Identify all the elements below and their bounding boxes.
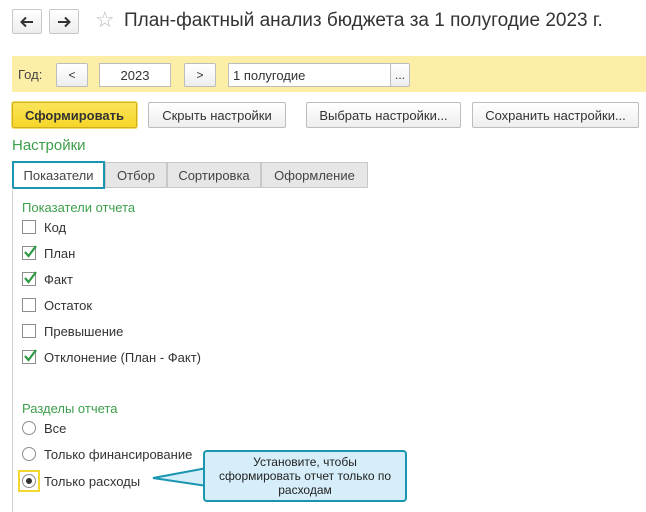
select-settings-button[interactable]: Выбрать настройки...: [306, 102, 461, 128]
tab-panel-border: [12, 188, 13, 512]
section-label: Все: [44, 420, 67, 436]
tab-sorting[interactable]: Сортировка: [167, 162, 261, 188]
radio-button-selected[interactable]: [22, 474, 36, 488]
tab-indicators[interactable]: Показатели: [12, 161, 105, 189]
arrow-right-icon: [58, 16, 71, 27]
settings-title: Настройки: [12, 137, 86, 154]
year-field[interactable]: 2023: [99, 63, 171, 87]
checkbox[interactable]: [22, 271, 37, 286]
section-expenses[interactable]: Только расходы: [22, 473, 140, 489]
hint-text: Установите, чтобы сформировать отчет тол…: [218, 455, 392, 497]
generate-button[interactable]: Сформировать: [12, 102, 137, 128]
indicator-label: Остаток: [44, 297, 93, 313]
section-label: Только финансирование: [44, 446, 193, 462]
prev-year-button[interactable]: <: [56, 63, 88, 87]
hide-settings-button[interactable]: Скрыть настройки: [148, 102, 286, 128]
back-button[interactable]: [12, 9, 42, 34]
page-title: План-фактный анализ бюджета за 1 полугод…: [124, 10, 603, 31]
indicator-code[interactable]: Код: [22, 219, 66, 235]
radio-button[interactable]: [22, 421, 36, 435]
indicator-deviation[interactable]: Отклонение (План - Факт): [22, 349, 201, 365]
checkbox[interactable]: [22, 324, 36, 338]
next-year-button[interactable]: >: [184, 63, 216, 87]
section-financing[interactable]: Только финансирование: [22, 446, 192, 462]
indicator-label: План: [44, 245, 76, 261]
sections-group-title: Разделы отчета: [22, 401, 118, 416]
checkbox[interactable]: [22, 298, 36, 312]
star-icon[interactable]: ☆: [95, 9, 115, 31]
period-field[interactable]: 1 полугодие: [228, 63, 391, 87]
year-label: Год:: [18, 67, 43, 82]
indicator-excess[interactable]: Превышение: [22, 323, 123, 339]
indicator-plan[interactable]: План: [22, 245, 75, 261]
callout-pointer-icon: [152, 467, 208, 487]
section-all[interactable]: Все: [22, 420, 66, 436]
checkmark-icon: [24, 271, 37, 284]
checkbox[interactable]: [22, 349, 37, 364]
checkbox[interactable]: [22, 245, 37, 260]
indicator-label: Превышение: [44, 323, 124, 339]
indicator-fact[interactable]: Факт: [22, 271, 73, 287]
period-choose-button[interactable]: ...: [390, 63, 410, 87]
period-bar: Год: < 2023 > 1 полугодие ...: [12, 56, 646, 92]
tab-appearance[interactable]: Оформление: [261, 162, 368, 188]
indicators-group-title: Показатели отчета: [22, 200, 136, 215]
radio-button[interactable]: [22, 447, 36, 461]
hint-callout: Установите, чтобы сформировать отчет тол…: [203, 450, 407, 502]
checkbox[interactable]: [22, 220, 36, 234]
tab-filter[interactable]: Отбор: [105, 162, 167, 188]
forward-button[interactable]: [49, 9, 79, 34]
section-label: Только расходы: [44, 473, 141, 489]
arrow-left-icon: [20, 16, 33, 27]
checkmark-icon: [24, 349, 37, 362]
indicator-label: Отклонение (План - Факт): [44, 349, 202, 365]
indicator-balance[interactable]: Остаток: [22, 297, 92, 313]
checkmark-icon: [24, 245, 37, 258]
indicator-label: Код: [44, 219, 67, 235]
save-settings-button[interactable]: Сохранить настройки...: [472, 102, 639, 128]
indicator-label: Факт: [44, 271, 73, 287]
radio-dot-icon: [26, 478, 32, 484]
